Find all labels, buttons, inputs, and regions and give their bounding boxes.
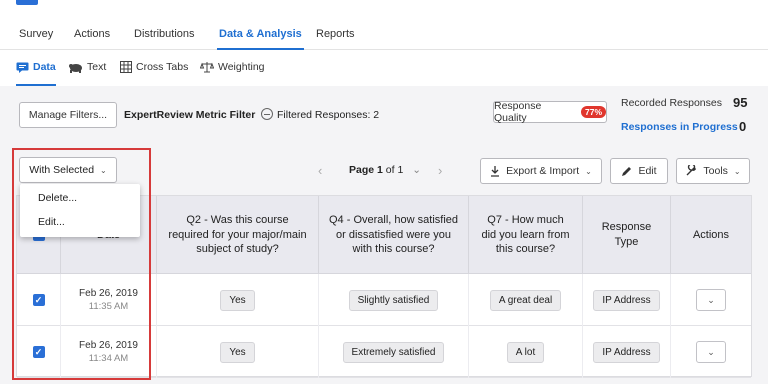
row-select-cell: ✓ — [17, 274, 61, 326]
wrench-icon — [686, 165, 697, 176]
tab-survey[interactable]: Survey — [19, 28, 53, 40]
q7-cell: A lot — [469, 326, 583, 378]
with-selected-label: With Selected — [29, 164, 95, 176]
responses-in-progress-count: 0 — [739, 119, 747, 134]
responses-in-progress-link[interactable]: Responses in Progress — [621, 121, 738, 133]
filtered-responses-text: Filtered Responses: 2 — [277, 109, 380, 121]
row-checkbox[interactable]: ✓ — [32, 294, 45, 306]
table-row: ✓ Feb 26, 2019 11:34 AM Yes Extremely sa… — [17, 326, 751, 378]
answer-pill: A lot — [506, 341, 545, 363]
export-import-label: Export & Import — [506, 165, 580, 177]
response-type-cell: IP Address — [583, 274, 671, 326]
filter-name: ExpertReview Metric Filter — [124, 109, 256, 121]
with-selected-menu: Delete... Edit... — [20, 184, 140, 237]
header-actions: Actions — [692, 228, 730, 241]
response-type-cell: IP Address — [583, 326, 671, 378]
response-time: 11:34 AM — [88, 353, 129, 364]
main-navigation-tabs: Survey Actions Distributions Data & Anal… — [0, 20, 768, 50]
date-cell: Feb 26, 2019 11:35 AM — [61, 274, 157, 326]
remove-filter-icon[interactable] — [261, 108, 273, 120]
with-selected-dropdown[interactable]: With Selected ⌄ — [19, 157, 117, 183]
answer-pill: A great deal — [489, 289, 562, 311]
response-date: Feb 26, 2019 — [79, 288, 138, 299]
tab-reports[interactable]: Reports — [316, 28, 355, 40]
subtab-cross-tabs-label: Cross Tabs — [136, 61, 189, 73]
menu-item-delete[interactable]: Delete... — [38, 192, 77, 204]
sub-navigation-tabs: Data Text Cross Tabs Weighting — [0, 57, 768, 81]
header-response-type[interactable]: Response Type — [583, 196, 671, 274]
actions-cell: ⌄ — [671, 274, 751, 326]
page-select-chevron-icon[interactable]: ⌄ — [412, 164, 421, 176]
answer-pill: Yes — [220, 341, 255, 363]
data-icon — [16, 62, 29, 73]
response-date: Feb 26, 2019 — [79, 340, 138, 351]
previous-page-icon[interactable]: ‹ — [318, 163, 322, 178]
tab-distributions[interactable]: Distributions — [134, 28, 195, 40]
subtab-weighting[interactable]: Weighting — [200, 61, 265, 73]
response-type-pill: IP Address — [593, 341, 660, 363]
tab-data-analysis[interactable]: Data & Analysis — [217, 28, 304, 50]
tools-label: Tools — [703, 165, 728, 177]
recorded-responses-count: 95 — [733, 95, 748, 110]
response-time: 11:35 AM — [88, 301, 129, 312]
response-quality-badge: 77% — [580, 106, 606, 118]
table-row: ✓ Feb 26, 2019 11:35 AM Yes Slightly sat… — [17, 274, 751, 326]
next-page-icon[interactable]: › — [438, 163, 442, 178]
subtab-weighting-label: Weighting — [218, 61, 265, 73]
q7-cell: A great deal — [469, 274, 583, 326]
grid-icon — [120, 61, 132, 73]
date-cell: Feb 26, 2019 11:34 AM — [61, 326, 157, 378]
q4-cell: Slightly satisfied — [319, 274, 469, 326]
recorded-responses-label: Recorded Responses — [621, 97, 722, 109]
actions-cell: ⌄ — [671, 326, 751, 378]
row-actions-dropdown[interactable]: ⌄ — [696, 289, 726, 311]
response-quality-button[interactable]: Response Quality 77% — [493, 100, 607, 124]
subtab-data[interactable]: Data — [16, 61, 56, 73]
pagination: Page 1 of 1 ⌄ — [349, 164, 421, 176]
subtab-text-label: Text — [87, 61, 107, 73]
header-q4[interactable]: Q4 - Overall, how satisfied or dissatisf… — [319, 196, 469, 274]
answer-pill: Extremely satisfied — [342, 341, 445, 363]
subtab-text[interactable]: Text — [68, 61, 106, 73]
header-q7[interactable]: Q7 - How much did you learn from this co… — [469, 196, 583, 274]
tab-actions[interactable]: Actions — [74, 28, 110, 40]
header-q2[interactable]: Q2 - Was this course required for your m… — [157, 196, 319, 274]
tools-button[interactable]: Tools ⌄ — [676, 158, 750, 184]
edit-label: Edit — [638, 165, 657, 177]
subtab-cross-tabs[interactable]: Cross Tabs — [120, 61, 188, 73]
scale-icon — [200, 62, 214, 73]
row-actions-dropdown[interactable]: ⌄ — [696, 341, 726, 363]
answer-pill: Yes — [220, 289, 255, 311]
top-edge-logo-fragment — [16, 0, 38, 5]
response-quality-label: Response Quality — [494, 100, 542, 124]
text-analysis-icon — [69, 63, 82, 73]
page-total: of 1 — [382, 164, 404, 176]
chevron-down-icon: ⌄ — [100, 165, 107, 175]
subtab-data-label: Data — [33, 61, 56, 73]
export-import-button[interactable]: Export & Import ⌄ — [480, 158, 602, 184]
q4-cell: Extremely satisfied — [319, 326, 469, 378]
row-select-cell: ✓ — [17, 326, 61, 378]
page-current: Page 1 — [349, 164, 383, 176]
response-type-pill: IP Address — [593, 289, 660, 311]
answer-pill: Slightly satisfied — [348, 289, 439, 311]
download-icon — [491, 166, 500, 177]
menu-item-edit[interactable]: Edit... — [38, 216, 65, 228]
row-checkbox[interactable]: ✓ — [32, 346, 45, 358]
manage-filters-button[interactable]: Manage Filters... — [19, 102, 117, 128]
q2-cell: Yes — [157, 326, 319, 378]
edit-button[interactable]: Edit — [610, 158, 668, 184]
chevron-down-icon: ⌄ — [585, 166, 592, 176]
chevron-down-icon: ⌄ — [733, 166, 741, 176]
pencil-icon — [622, 166, 632, 176]
q2-cell: Yes — [157, 274, 319, 326]
